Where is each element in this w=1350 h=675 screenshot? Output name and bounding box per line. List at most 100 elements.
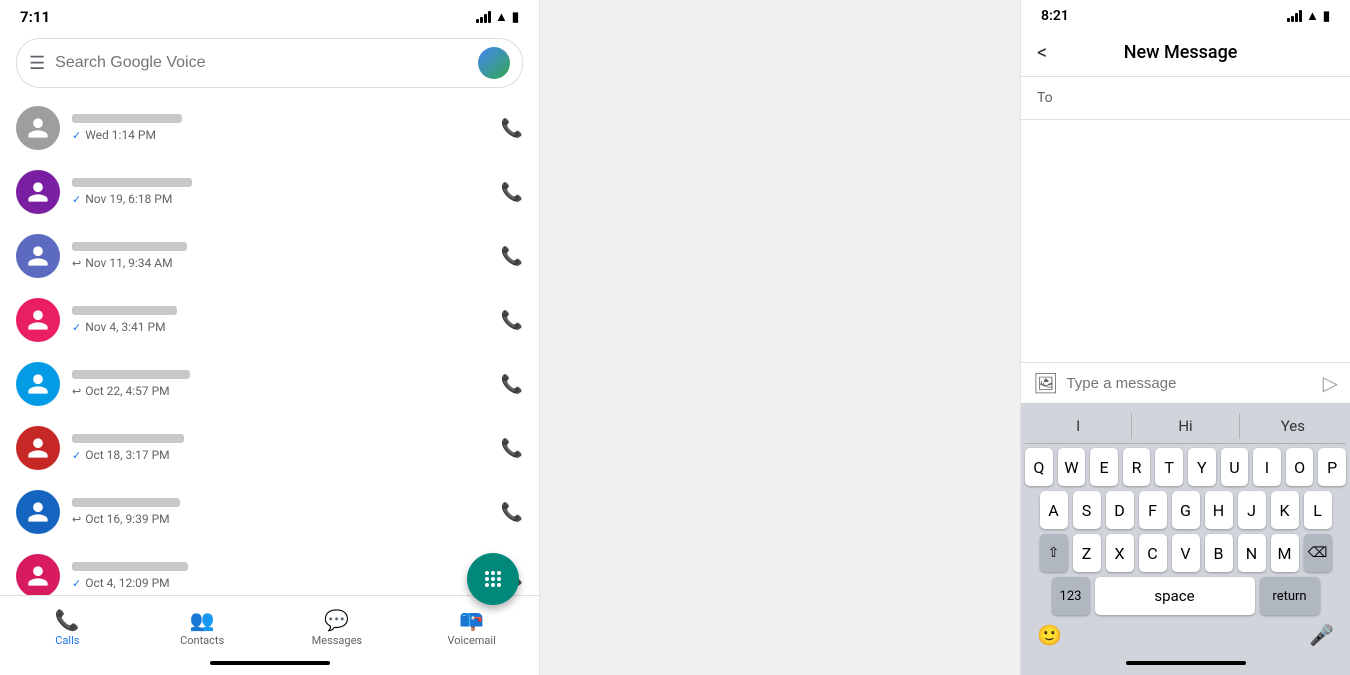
key-q[interactable]: Q bbox=[1025, 448, 1053, 486]
key-p[interactable]: P bbox=[1318, 448, 1346, 486]
key-e[interactable]: E bbox=[1090, 448, 1118, 486]
suggestion-hi[interactable]: Hi bbox=[1132, 413, 1239, 439]
nav-calls[interactable]: 📞 Calls bbox=[0, 604, 135, 651]
voicemail-icon: 📪 bbox=[459, 608, 484, 632]
contact-info: ✓ Wed 1:14 PM bbox=[72, 114, 489, 142]
key-a[interactable]: A bbox=[1040, 491, 1068, 529]
contact-time: ↩ Oct 16, 9:39 PM bbox=[72, 512, 489, 526]
list-item[interactable]: ✓ Nov 19, 6:18 PM 📞 bbox=[0, 160, 539, 224]
key-g[interactable]: G bbox=[1172, 491, 1200, 529]
key-u[interactable]: U bbox=[1221, 448, 1249, 486]
fab-button[interactable] bbox=[467, 553, 519, 605]
key-v[interactable]: V bbox=[1172, 534, 1200, 572]
list-item[interactable]: ✓ Nov 4, 3:41 PM 📞 bbox=[0, 288, 539, 352]
key-y[interactable]: Y bbox=[1188, 448, 1216, 486]
phone-icon[interactable]: 📞 bbox=[501, 182, 523, 203]
to-field: To bbox=[1021, 77, 1350, 120]
contact-avatar bbox=[16, 106, 60, 150]
avatar[interactable] bbox=[478, 47, 510, 79]
to-label: To bbox=[1037, 90, 1053, 106]
right-signal-bars-icon bbox=[1287, 10, 1302, 22]
key-o[interactable]: O bbox=[1286, 448, 1314, 486]
contact-name-blur bbox=[72, 498, 180, 507]
key-x[interactable]: X bbox=[1106, 534, 1134, 572]
phone-icon[interactable]: 📞 bbox=[501, 502, 523, 523]
list-item[interactable]: ↩ Oct 22, 4:57 PM 📞 bbox=[0, 352, 539, 416]
contact-avatar bbox=[16, 234, 60, 278]
nav-messages[interactable]: 💬 Messages bbox=[270, 604, 405, 651]
key-t[interactable]: T bbox=[1155, 448, 1183, 486]
right-time: 8:21 bbox=[1041, 8, 1069, 24]
contact-avatar bbox=[16, 362, 60, 406]
contact-avatar bbox=[16, 170, 60, 214]
key-d[interactable]: D bbox=[1106, 491, 1134, 529]
phone-icon[interactable]: 📞 bbox=[501, 118, 523, 139]
nav-voicemail[interactable]: 📪 Voicemail bbox=[404, 604, 539, 651]
battery-icon: ▮ bbox=[512, 10, 519, 25]
list-item[interactable]: ↩ Nov 11, 9:34 AM 📞 bbox=[0, 224, 539, 288]
contact-time: ✓ Wed 1:14 PM bbox=[72, 128, 489, 142]
send-icon[interactable]: ▷ bbox=[1323, 371, 1338, 395]
bottom-nav: 📞 Calls 👥 Contacts 💬 Messages 📪 Voicemai… bbox=[0, 595, 539, 655]
contacts-icon: 👥 bbox=[190, 608, 215, 632]
image-attach-icon[interactable]: 🖼 bbox=[1033, 371, 1058, 395]
status-bar-right: 8:21 ▲ ▮ bbox=[1021, 0, 1350, 28]
key-j[interactable]: J bbox=[1238, 491, 1266, 529]
messages-icon: 💬 bbox=[324, 608, 349, 632]
key-r[interactable]: R bbox=[1123, 448, 1151, 486]
new-message-header: < New Message bbox=[1021, 28, 1350, 77]
list-item[interactable]: ✓ Wed 1:14 PM 📞 bbox=[0, 96, 539, 160]
key-return[interactable]: return bbox=[1260, 577, 1320, 615]
key-b[interactable]: B bbox=[1205, 534, 1233, 572]
key-f[interactable]: F bbox=[1139, 491, 1167, 529]
menu-icon: ☰ bbox=[29, 53, 45, 74]
shift-key[interactable]: ⇧ bbox=[1040, 534, 1068, 572]
phone-icon[interactable]: 📞 bbox=[501, 438, 523, 459]
key-h[interactable]: H bbox=[1205, 491, 1233, 529]
key-c[interactable]: C bbox=[1139, 534, 1167, 572]
key-l[interactable]: L bbox=[1304, 491, 1332, 529]
suggestion-i[interactable]: I bbox=[1025, 413, 1132, 439]
list-item[interactable]: ✓ Oct 4, 12:09 PM 📞 bbox=[0, 544, 539, 595]
search-bar[interactable]: ☰ bbox=[16, 38, 523, 88]
reply-icon: ↩ bbox=[72, 385, 81, 398]
key-s[interactable]: S bbox=[1073, 491, 1101, 529]
keyboard-row-1: Q W E R T Y U I O P bbox=[1025, 448, 1346, 486]
backspace-key[interactable]: ⌫ bbox=[1304, 534, 1332, 572]
emoji-icon[interactable]: 🙂 bbox=[1037, 623, 1062, 647]
contact-avatar bbox=[16, 426, 60, 470]
keyboard-row-2: A S D F G H J K L bbox=[1025, 491, 1346, 529]
check-icon: ✓ bbox=[72, 321, 81, 334]
list-item[interactable]: ↩ Oct 16, 9:39 PM 📞 bbox=[0, 480, 539, 544]
key-i[interactable]: I bbox=[1253, 448, 1281, 486]
contact-time: ✓ Oct 4, 12:09 PM bbox=[72, 576, 489, 590]
check-icon: ✓ bbox=[72, 449, 81, 462]
phone-icon[interactable]: 📞 bbox=[501, 310, 523, 331]
suggestion-yes[interactable]: Yes bbox=[1240, 413, 1346, 439]
signal-bars-icon bbox=[476, 11, 491, 23]
back-button[interactable]: < bbox=[1037, 40, 1047, 64]
key-space[interactable]: space bbox=[1095, 577, 1255, 615]
key-w[interactable]: W bbox=[1058, 448, 1086, 486]
check-icon: ✓ bbox=[72, 193, 81, 206]
list-item[interactable]: ✓ Oct 18, 3:17 PM 📞 bbox=[0, 416, 539, 480]
contact-info: ✓ Oct 4, 12:09 PM bbox=[72, 562, 489, 590]
mic-icon[interactable]: 🎤 bbox=[1309, 623, 1334, 647]
phone-icon[interactable]: 📞 bbox=[501, 374, 523, 395]
to-input[interactable] bbox=[1061, 89, 1334, 107]
phone-icon[interactable]: 📞 bbox=[501, 246, 523, 267]
reply-icon: ↩ bbox=[72, 513, 81, 526]
key-k[interactable]: K bbox=[1271, 491, 1299, 529]
nav-contacts[interactable]: 👥 Contacts bbox=[135, 604, 270, 651]
keyboard-row-3: ⇧ Z X C V B N M ⌫ bbox=[1025, 534, 1346, 572]
status-bar-left: 7:11 ▲ ▮ bbox=[0, 0, 539, 30]
keyboard: I Hi Yes Q W E R T Y U I O P A S D F G H… bbox=[1021, 403, 1350, 655]
search-input[interactable] bbox=[55, 54, 468, 72]
key-z[interactable]: Z bbox=[1073, 534, 1101, 572]
key-123[interactable]: 123 bbox=[1052, 577, 1090, 615]
key-n[interactable]: N bbox=[1238, 534, 1266, 572]
contact-avatar bbox=[16, 554, 60, 595]
key-m[interactable]: M bbox=[1271, 534, 1299, 572]
contact-time: ↩ Nov 11, 9:34 AM bbox=[72, 256, 489, 270]
message-input[interactable] bbox=[1066, 375, 1314, 392]
